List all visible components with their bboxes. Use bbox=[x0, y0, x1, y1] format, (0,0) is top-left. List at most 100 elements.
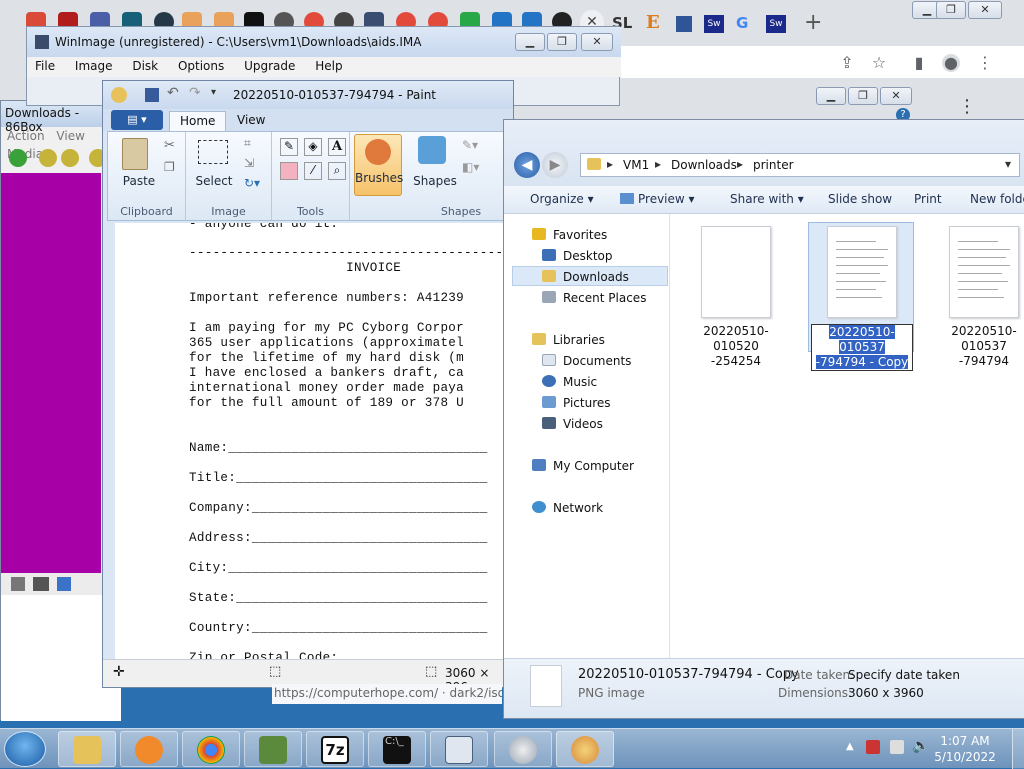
crop-icon[interactable]: ⌗ bbox=[244, 136, 251, 151]
organize-button[interactable]: Organize ▾ bbox=[530, 192, 594, 206]
maximize-button[interactable]: ❐ bbox=[547, 33, 577, 51]
chevron-down-icon[interactable]: ▾ bbox=[1005, 157, 1011, 171]
nav-desktop[interactable]: Desktop bbox=[542, 249, 613, 263]
breadcrumb-item[interactable]: Downloads bbox=[671, 158, 737, 172]
menu-action[interactable]: Action bbox=[3, 127, 49, 145]
save-icon[interactable] bbox=[676, 16, 692, 32]
menu-image[interactable]: Image bbox=[67, 57, 121, 75]
tab-view[interactable]: View bbox=[227, 111, 275, 131]
show-hidden-icons[interactable]: ▲ bbox=[846, 741, 854, 752]
pencil-icon[interactable]: ✎ bbox=[280, 138, 298, 156]
profile-avatar-icon[interactable]: ● bbox=[942, 54, 960, 72]
nav-recent-places[interactable]: Recent Places bbox=[542, 291, 646, 305]
taskbar-disc-tool[interactable] bbox=[494, 731, 552, 767]
tab-label-sw[interactable]: Sw bbox=[766, 15, 786, 33]
new-folder-button[interactable]: New folde bbox=[970, 192, 1024, 206]
save-icon[interactable] bbox=[145, 88, 159, 102]
volume-icon[interactable]: 🔈 bbox=[912, 738, 929, 754]
paint-canvas[interactable]: - anyone can do it. --------------------… bbox=[115, 223, 513, 659]
share-with-button[interactable]: Share with ▾ bbox=[730, 192, 804, 206]
tab-label-sw[interactable]: Sw bbox=[704, 15, 724, 33]
settings-icon[interactable] bbox=[9, 149, 27, 167]
chevron-right-icon[interactable]: ▸ bbox=[655, 157, 661, 171]
magnifier-icon[interactable]: ⌕ bbox=[328, 162, 346, 180]
file-item[interactable]: 20220510-010537 -794794 bbox=[932, 226, 1024, 369]
taskbar-paint[interactable] bbox=[556, 731, 614, 767]
details-date-value[interactable]: Specify date taken bbox=[848, 668, 960, 682]
forward-button[interactable]: ▶ bbox=[542, 152, 568, 178]
paste-icon[interactable] bbox=[122, 138, 148, 170]
taskbar-explorer[interactable] bbox=[58, 731, 116, 767]
file-item[interactable]: 20220510-010520 -254254 bbox=[684, 226, 788, 369]
nav-videos[interactable]: Videos bbox=[542, 417, 603, 431]
nav-favorites[interactable]: Favorites bbox=[532, 228, 607, 242]
taskbar-media-player[interactable] bbox=[120, 731, 178, 767]
action-center-icon[interactable] bbox=[866, 740, 880, 754]
chevron-right-icon[interactable]: ▸ bbox=[607, 157, 613, 171]
nav-music[interactable]: Music bbox=[542, 375, 597, 389]
taskbar-command-prompt[interactable]: C:\_ bbox=[368, 731, 426, 767]
print-button[interactable]: Print bbox=[914, 192, 942, 206]
redo-icon[interactable]: ↷ bbox=[189, 85, 201, 101]
tab-home[interactable]: Home bbox=[169, 111, 227, 131]
file-rename-box[interactable]: 20220510-010537 -794794 - Copy bbox=[811, 324, 913, 371]
start-button[interactable] bbox=[4, 731, 46, 767]
nav-pictures[interactable]: Pictures bbox=[542, 396, 611, 410]
select-button[interactable]: Select bbox=[192, 174, 236, 188]
system-clock[interactable]: 1:07 AM 5/10/2022 bbox=[930, 733, 1000, 765]
paint-maximize-button[interactable]: ❐ bbox=[848, 87, 878, 105]
rotate-icon[interactable]: ↻▾ bbox=[244, 176, 260, 190]
nav-documents[interactable]: Documents bbox=[542, 354, 631, 368]
file-item-selected[interactable]: 20220510-010537 -794794 - Copy bbox=[810, 226, 914, 371]
sound-icon[interactable] bbox=[57, 577, 71, 591]
resize-icon[interactable]: ⇲ bbox=[244, 156, 254, 170]
google-icon[interactable]: G bbox=[736, 14, 748, 32]
text-icon[interactable]: A bbox=[328, 138, 346, 156]
menu-upgrade[interactable]: Upgrade bbox=[236, 57, 303, 75]
undo-icon[interactable]: ↶ bbox=[167, 85, 179, 101]
menu-disk[interactable]: Disk bbox=[124, 57, 166, 75]
taskbar-86box[interactable] bbox=[244, 731, 302, 767]
page-menu-icon[interactable]: ⋮ bbox=[958, 96, 976, 117]
shapes-icon[interactable] bbox=[418, 136, 446, 164]
menu-options[interactable]: Options bbox=[170, 57, 232, 75]
tab-label-e[interactable]: E bbox=[646, 12, 660, 33]
preview-button[interactable]: Preview ▾ bbox=[620, 192, 695, 206]
quick-access-dropdown-icon[interactable]: ▾ bbox=[211, 87, 216, 98]
taskbar-winimage[interactable] bbox=[430, 731, 488, 767]
slide-show-button[interactable]: Slide show bbox=[828, 192, 892, 206]
paint-minimize-button[interactable]: ▁ bbox=[816, 87, 846, 105]
outline-icon[interactable]: ✎▾ bbox=[462, 138, 478, 152]
close-button[interactable]: ✕ bbox=[581, 33, 613, 51]
cut-icon[interactable]: ✂ bbox=[164, 138, 175, 153]
menu-file[interactable]: File bbox=[27, 57, 63, 75]
floppy-icon[interactable] bbox=[11, 577, 25, 591]
network-icon[interactable] bbox=[33, 577, 49, 591]
breadcrumb[interactable]: ▸ VM1 ▸ Downloads ▸ printer ▾ bbox=[580, 153, 1020, 177]
breadcrumb-item[interactable]: printer bbox=[753, 158, 794, 172]
breadcrumb-item[interactable]: VM1 bbox=[623, 158, 649, 172]
close-button[interactable]: ✕ bbox=[968, 1, 1002, 19]
taskbar-chrome[interactable] bbox=[182, 731, 240, 767]
eraser-icon[interactable] bbox=[280, 162, 298, 180]
nav-downloads[interactable]: Downloads bbox=[542, 270, 629, 284]
menu-help[interactable]: Help bbox=[307, 57, 350, 75]
nav-network[interactable]: Network bbox=[532, 501, 603, 515]
chevron-right-icon[interactable]: ▸ bbox=[737, 157, 743, 171]
emulator-screen[interactable] bbox=[1, 173, 101, 573]
brushes-button[interactable]: Brushes bbox=[354, 134, 403, 196]
nav-libraries[interactable]: Libraries bbox=[532, 333, 605, 347]
menu-kebab-icon[interactable]: ⋮ bbox=[976, 54, 994, 72]
minimize-button[interactable]: ▁ bbox=[515, 33, 545, 51]
network-tray-icon[interactable] bbox=[890, 740, 904, 754]
side-panel-icon[interactable]: ▮ bbox=[910, 54, 928, 72]
color-picker-icon[interactable]: ⁄ bbox=[304, 162, 322, 180]
fill-shape-icon[interactable]: ◧▾ bbox=[462, 160, 479, 174]
menu-view[interactable]: View bbox=[52, 127, 88, 145]
bookmark-star-icon[interactable]: ☆ bbox=[870, 54, 888, 72]
paste-button[interactable]: Paste bbox=[112, 174, 166, 188]
new-tab-button[interactable]: + bbox=[804, 10, 822, 35]
paint-close-button[interactable]: ✕ bbox=[880, 87, 912, 105]
maximize-button[interactable]: ❐ bbox=[936, 1, 966, 19]
nav-my-computer[interactable]: My Computer bbox=[532, 459, 634, 473]
